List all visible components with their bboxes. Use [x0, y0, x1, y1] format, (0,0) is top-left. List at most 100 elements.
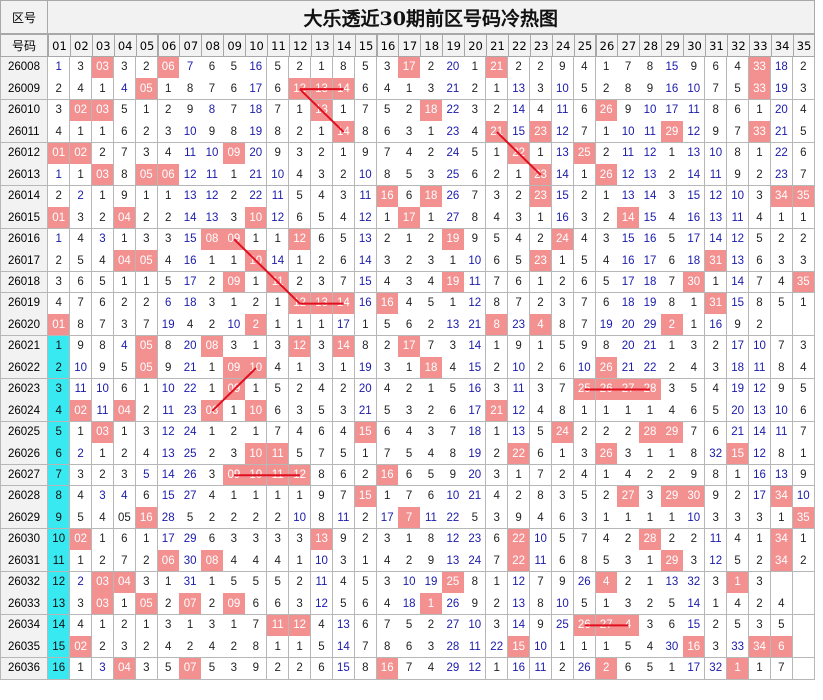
cell-26024-28: 1 — [639, 400, 662, 423]
cell-26031-19: 13 — [442, 550, 465, 573]
cell-26031-02: 1 — [69, 550, 93, 573]
cell-26033-21: 2 — [486, 593, 509, 616]
cell-26027-21: 3 — [486, 464, 509, 487]
issue-number: 26027 — [0, 464, 48, 487]
cell-26020-16: 5 — [376, 314, 399, 337]
cell-26014-20: 7 — [464, 185, 487, 208]
cell-26010-10: 18 — [245, 99, 268, 122]
cell-26032-34 — [770, 571, 794, 594]
cell-26020-28: 29 — [639, 314, 662, 337]
cell-26023-20: 16 — [464, 378, 487, 401]
cell-26027-18: 5 — [420, 464, 443, 487]
cell-26034-16: 7 — [376, 614, 399, 637]
cell-26020-32: 9 — [726, 314, 750, 337]
cell-26017-04: 04 — [113, 250, 137, 272]
cell-26028-14: 7 — [332, 486, 356, 508]
cell-26036-28: 5 — [639, 657, 662, 680]
cell-26017-30: 18 — [683, 250, 706, 272]
cell-26011-13: 1 — [310, 121, 334, 144]
column-header-06: 06 — [157, 34, 181, 57]
cell-26015-14: 4 — [332, 207, 356, 230]
cell-26023-30: 5 — [683, 378, 706, 401]
cell-26031-23: 11 — [529, 550, 553, 573]
cell-26011-19: 23 — [442, 121, 465, 144]
cell-26026-31: 32 — [705, 443, 728, 466]
cell-26012-26: 2 — [595, 142, 618, 165]
cell-26018-29: 7 — [661, 271, 684, 294]
cell-26009-26: 2 — [595, 78, 618, 101]
cell-26036-21: 1 — [486, 657, 509, 680]
cell-26020-04: 3 — [113, 314, 137, 337]
cell-26023-33: 12 — [748, 378, 772, 401]
cell-26013-23: 23 — [529, 164, 553, 187]
cell-26033-28: 2 — [639, 593, 662, 616]
cell-26029-11: 2 — [267, 507, 290, 530]
cell-26008-32: 4 — [726, 57, 750, 79]
cell-26036-07: 07 — [179, 657, 202, 680]
cell-26024-20: 17 — [464, 400, 487, 423]
cell-26034-17: 5 — [398, 614, 421, 637]
cell-26008-19: 20 — [442, 57, 465, 79]
cell-26015-34: 1 — [770, 207, 794, 230]
cell-26029-35: 35 — [792, 507, 815, 530]
cell-26018-22: 6 — [507, 271, 531, 294]
cell-26025-12: 4 — [288, 421, 312, 444]
cell-26027-10: 10 — [245, 464, 268, 487]
issue-number: 26020 — [0, 314, 48, 337]
cell-26019-13: 13 — [310, 292, 334, 315]
cell-26032-08: 1 — [201, 571, 224, 594]
cell-26025-32: 21 — [726, 421, 750, 444]
cell-26010-32: 6 — [726, 99, 750, 122]
cell-26014-05: 1 — [135, 185, 158, 208]
cell-26034-31: 2 — [705, 614, 728, 637]
cell-26036-25: 26 — [573, 657, 596, 680]
cell-26029-08: 2 — [201, 507, 224, 530]
cell-26032-32: 1 — [726, 571, 750, 594]
cell-26023-12: 2 — [288, 378, 312, 401]
cell-26024-17: 3 — [398, 400, 421, 423]
cell-26030-04: 6 — [113, 528, 137, 551]
cell-26022-07: 21 — [179, 357, 202, 380]
cell-26020-30: 1 — [683, 314, 706, 337]
cell-26033-27: 3 — [617, 593, 640, 616]
cell-26009-18: 3 — [420, 78, 443, 101]
cell-26017-10: 10 — [245, 250, 268, 272]
cell-26011-07: 10 — [179, 121, 202, 144]
cell-26021-20: 14 — [464, 335, 487, 358]
cell-26029-31: 3 — [705, 507, 728, 530]
issue-number: 26016 — [0, 228, 48, 251]
cell-26013-20: 6 — [464, 164, 487, 187]
cell-26014-16: 16 — [376, 185, 399, 208]
cell-26011-28: 11 — [639, 121, 662, 144]
page-title: 大乐透近30期前区号码冷热图 — [48, 0, 815, 34]
issue-number: 26018 — [0, 271, 48, 294]
cell-26035-14: 14 — [332, 636, 356, 659]
cell-26013-27: 12 — [617, 164, 640, 187]
cell-26023-04: 6 — [113, 378, 137, 401]
cell-26033-16: 4 — [376, 593, 399, 616]
cell-26033-15: 6 — [354, 593, 377, 616]
cell-26013-10: 21 — [245, 164, 268, 187]
cell-26028-33: 17 — [748, 486, 772, 508]
cell-26021-28: 21 — [639, 335, 662, 358]
cell-26009-34: 19 — [770, 78, 794, 101]
cell-26022-06: 9 — [157, 357, 180, 380]
cell-26009-15: 6 — [354, 78, 377, 101]
cell-26034-06: 3 — [157, 614, 180, 637]
cell-26023-23: 3 — [529, 378, 553, 401]
cell-26026-23: 6 — [529, 443, 553, 466]
cell-26020-08: 2 — [201, 314, 224, 337]
cell-26010-31: 8 — [705, 99, 728, 122]
cell-26021-12: 12 — [288, 335, 312, 358]
cell-26027-19: 9 — [442, 464, 465, 487]
cell-26019-31: 31 — [705, 292, 728, 315]
cell-26016-16: 2 — [376, 228, 399, 251]
cell-26011-22: 15 — [507, 121, 531, 144]
issue-number: 26030 — [0, 528, 48, 551]
cell-26024-31: 5 — [705, 400, 728, 423]
cell-26026-06: 13 — [157, 443, 180, 466]
cell-26029-09: 2 — [223, 507, 246, 530]
cell-26020-29: 2 — [661, 314, 684, 337]
cell-26011-06: 3 — [157, 121, 180, 144]
cell-26035-31: 3 — [705, 636, 728, 659]
